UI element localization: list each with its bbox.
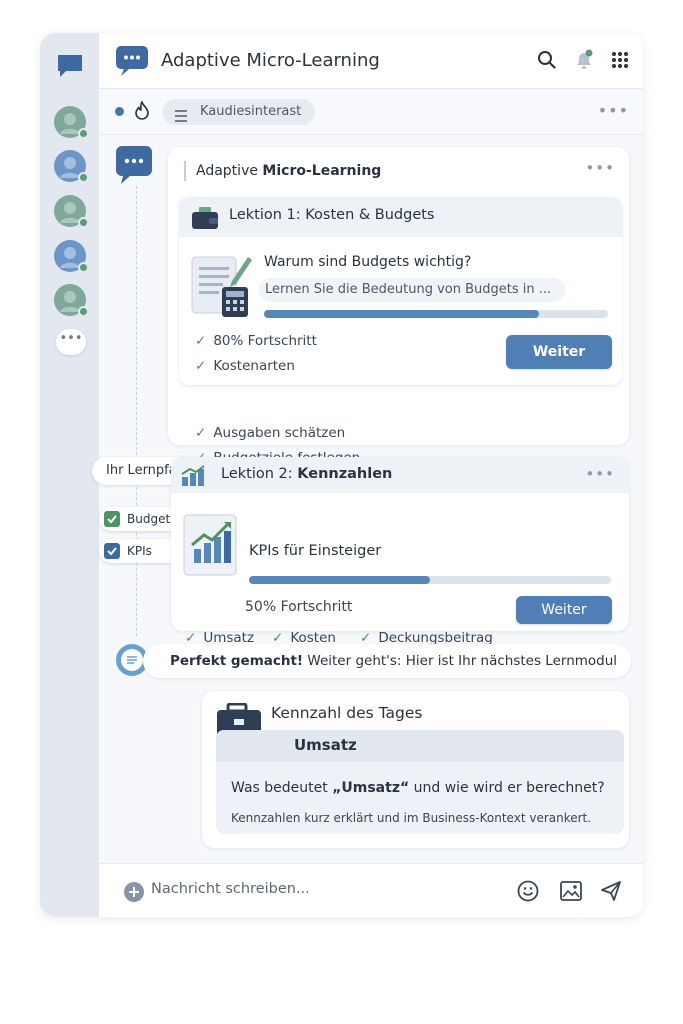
- avatar[interactable]: [54, 284, 89, 317]
- main-panel: Adaptive Micro-Learning Kaudiesinterast …: [92, 33, 643, 917]
- continue-button[interactable]: Weiter: [516, 596, 612, 624]
- bell-icon[interactable]: [573, 49, 595, 75]
- term-box: Umsatz Was bedeutet „Umsatz“ und wie wir…: [216, 730, 624, 834]
- progress-bar: [264, 310, 608, 318]
- toolbar: Kaudiesinterast •••: [99, 89, 643, 135]
- card-title: Kennzahl des Tages: [271, 704, 423, 722]
- check-icon: ✓: [195, 425, 207, 441]
- progress-bar: [249, 576, 611, 584]
- apps-grid-icon[interactable]: [611, 51, 629, 73]
- timeline-connector: [136, 186, 137, 636]
- more-icon[interactable]: •••: [598, 101, 629, 120]
- term-note: Kennzahlen kurz erklärt und im Business-…: [231, 811, 592, 825]
- term-question: Was bedeutet „Umsatz“ und wie wird er be…: [231, 780, 605, 796]
- page-title: Adaptive Micro-Learning: [161, 50, 380, 71]
- more-icon[interactable]: •••: [585, 465, 615, 483]
- avatar[interactable]: [54, 106, 89, 139]
- chat-logo-icon[interactable]: [56, 53, 84, 83]
- bar-chart-icon: [181, 465, 207, 491]
- progress-text: 50% Fortschritt: [245, 599, 353, 615]
- image-icon[interactable]: [560, 881, 582, 905]
- emoji-icon[interactable]: [517, 880, 539, 906]
- card-header: Adaptive Micro-Learning: [184, 161, 381, 181]
- check-item: ✓ 80% Fortschritt: [195, 333, 317, 349]
- bot-message: Perfekt gemacht! Weiter geht's: Hier ist…: [143, 644, 631, 678]
- progress-fill: [264, 310, 540, 318]
- avatar[interactable]: [54, 240, 89, 273]
- lesson-title: Lektion 1: Kosten & Budgets: [229, 207, 435, 223]
- search-icon[interactable]: [537, 50, 557, 74]
- term-title: Umsatz: [294, 736, 357, 754]
- budget-document-icon: [188, 251, 254, 323]
- flame-icon[interactable]: [134, 100, 150, 125]
- wallet-icon: [191, 206, 219, 234]
- chat-bubble-icon[interactable]: •••: [56, 329, 86, 355]
- lesson-title: Lektion 2: Kennzahlen: [221, 466, 393, 482]
- composer: Nachricht schreiben...: [99, 863, 643, 917]
- kpi-chart-icon: [182, 511, 240, 581]
- more-icon[interactable]: •••: [585, 159, 615, 177]
- chat-logo-icon: [115, 45, 149, 81]
- filter-chip[interactable]: Kaudiesinterast: [162, 99, 316, 125]
- status-dot-icon: [115, 107, 124, 116]
- check-item: ✓ Ausgaben schätzen: [195, 425, 346, 441]
- menu-icon: [174, 106, 188, 132]
- course-title: KPIs für Einsteiger: [249, 543, 382, 559]
- add-icon[interactable]: [123, 881, 145, 907]
- check-icon: ✓: [195, 333, 207, 349]
- avatar[interactable]: [54, 195, 89, 228]
- lesson-subtitle: Lernen Sie die Bedeutung von Budgets in …: [259, 278, 566, 302]
- app-window: ••• Adaptive Micro-Learning Kaudiesinter…: [40, 33, 643, 917]
- bot-avatar-icon: [115, 145, 153, 189]
- kpi-of-day-card: $ Kennzahl des Tages Umsatz Was bedeutet…: [202, 691, 629, 848]
- check-item: ✓ Kostenarten: [195, 358, 295, 374]
- learning-card: Adaptive Micro-Learning ••• Lektion 1: K…: [168, 147, 629, 466]
- check-icon: ✓: [195, 358, 207, 374]
- sidebar: •••: [40, 33, 99, 917]
- send-icon[interactable]: [600, 880, 622, 906]
- avatar[interactable]: [54, 150, 89, 183]
- lesson-question: Warum sind Budgets wichtig?: [264, 254, 472, 270]
- continue-button[interactable]: Weiter: [506, 335, 612, 369]
- message-input[interactable]: Nachricht schreiben...: [151, 881, 310, 897]
- lesson-card: Lektion 2: Kennzahlen ••• KPIs für Einst…: [171, 457, 629, 646]
- lesson-card: Lektion 1: Kosten & Budgets Warum sind B…: [179, 197, 622, 385]
- progress-fill: [249, 576, 430, 584]
- header: Adaptive Micro-Learning: [99, 33, 643, 89]
